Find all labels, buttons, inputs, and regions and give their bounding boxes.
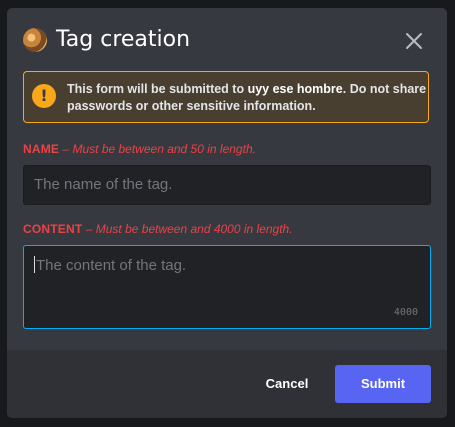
close-icon bbox=[406, 33, 422, 49]
content-label-hint: – Must be between and 4000 in length. bbox=[82, 222, 293, 236]
cancel-button[interactable]: Cancel bbox=[255, 365, 319, 403]
warning-text: This form will be submitted to uyy ese h… bbox=[67, 81, 427, 115]
tag-content-placeholder: The content of the tag. bbox=[36, 257, 187, 274]
close-button[interactable] bbox=[403, 30, 425, 52]
exclamation-icon: ! bbox=[32, 84, 56, 108]
name-label-hint: – Must be between and 50 in length. bbox=[59, 142, 256, 156]
name-field-label: NAME – Must be between and 50 in length. bbox=[23, 142, 256, 156]
tag-creation-modal: Tag creation ! This form will be submitt… bbox=[7, 8, 447, 418]
content-label-text: CONTENT bbox=[23, 222, 83, 236]
submit-button[interactable]: Submit bbox=[335, 365, 431, 403]
modal-title: Tag creation bbox=[56, 27, 191, 52]
name-label-text: NAME bbox=[23, 142, 60, 156]
content-field-label: CONTENT – Must be between and 4000 in le… bbox=[23, 222, 293, 236]
modal-footer: Cancel Submit bbox=[7, 350, 447, 418]
tag-content-textarea[interactable]: The content of the tag. 4000 bbox=[23, 245, 431, 329]
modal-header: Tag creation bbox=[7, 8, 447, 70]
text-caret bbox=[34, 256, 35, 273]
server-avatar bbox=[23, 28, 47, 52]
tag-name-input[interactable]: The name of the tag. bbox=[23, 165, 431, 205]
warning-server-name: uyy ese hombre bbox=[247, 82, 343, 96]
character-counter: 4000 bbox=[393, 307, 418, 318]
warning-text-prefix: This form will be submitted to bbox=[67, 82, 248, 96]
tag-name-placeholder: The name of the tag. bbox=[34, 176, 173, 193]
warning-banner: ! This form will be submitted to uyy ese… bbox=[23, 71, 429, 123]
